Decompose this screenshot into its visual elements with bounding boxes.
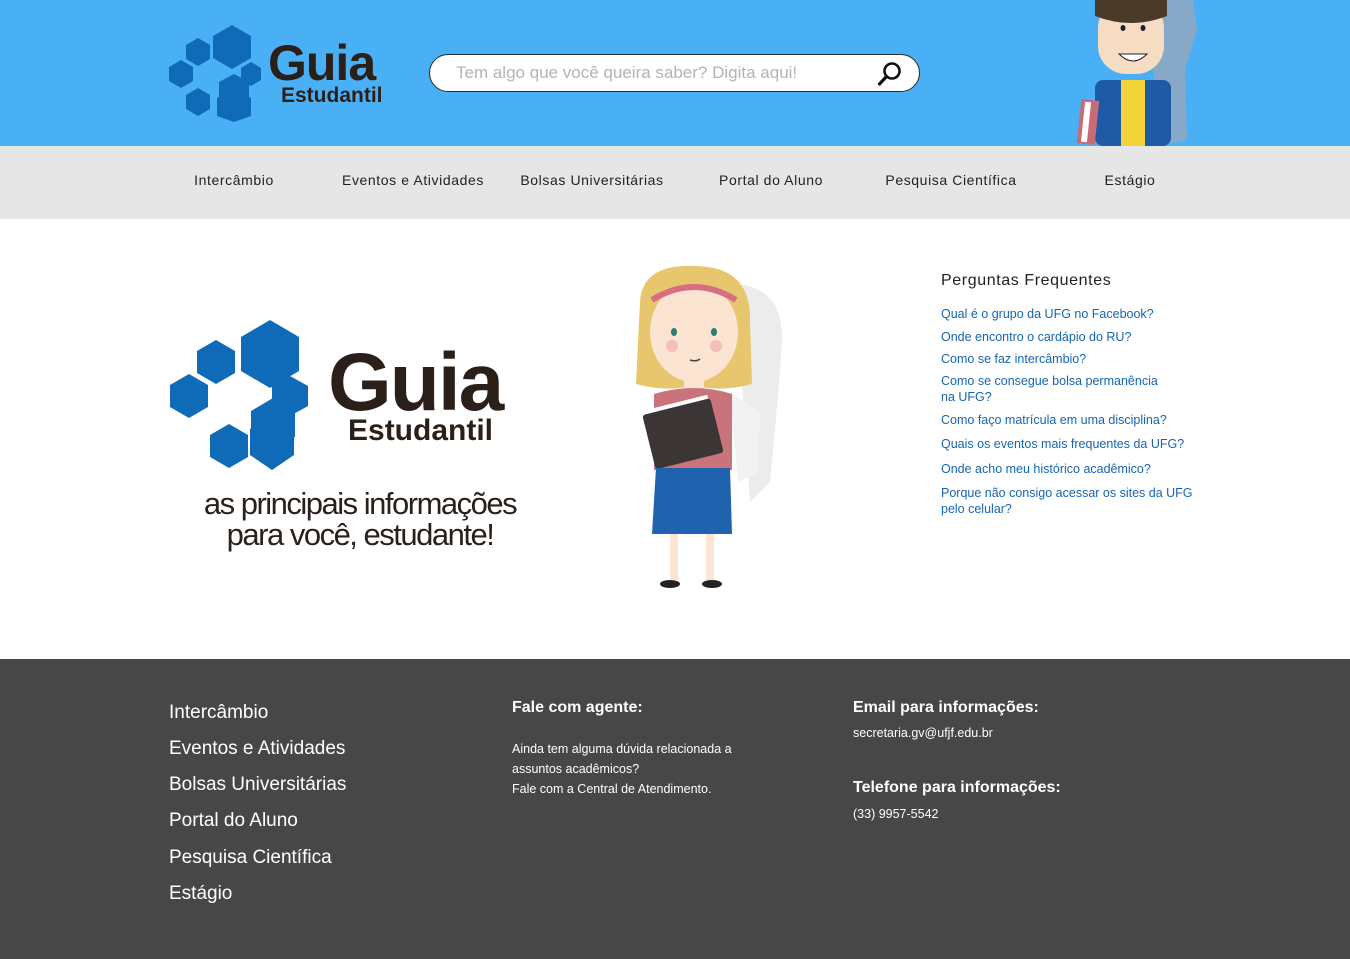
- hero-logo: Guia Estudantil: [168, 318, 528, 478]
- student-boy-illustration: [1075, 0, 1205, 146]
- footer-link-pesquisa[interactable]: Pesquisa Científica: [169, 847, 332, 869]
- nav-item-portal[interactable]: Portal do Aluno: [681, 172, 861, 188]
- nav-item-bolsas[interactable]: Bolsas Universitárias: [502, 172, 682, 188]
- search-input[interactable]: [456, 61, 856, 85]
- logo-subtitle: Estudantil: [281, 84, 383, 107]
- search-bar: [429, 54, 920, 92]
- search-icon[interactable]: [877, 61, 903, 87]
- tagline: as principais informações para você, est…: [190, 488, 530, 550]
- footer-link-portal[interactable]: Portal do Aluno: [169, 810, 298, 832]
- agent-text-line[interactable]: Fale com a Central de Atendimento.: [512, 779, 732, 799]
- footer-link-bolsas[interactable]: Bolsas Universitárias: [169, 774, 346, 796]
- site-header: Guia Estudantil: [0, 0, 1350, 146]
- nav-item-pesquisa[interactable]: Pesquisa Científica: [861, 172, 1041, 188]
- main-nav: Intercâmbio Eventos e Atividades Bolsas …: [0, 146, 1350, 219]
- agent-text: Ainda tem alguma dúvida relacionada a as…: [512, 739, 732, 799]
- faq-question[interactable]: Onde acho meu histórico acadêmico?: [941, 461, 1197, 477]
- agent-text-line: Ainda tem alguma dúvida relacionada a: [512, 742, 732, 756]
- faq-section: Perguntas Frequentes Qual é o grupo da U…: [941, 272, 1201, 516]
- student-girl-illustration: [620, 262, 800, 592]
- hexagon-logo-icon: [169, 25, 261, 122]
- faq-question[interactable]: Qual é o grupo da UFG no Facebook?: [941, 306, 1197, 322]
- agent-heading: Fale com agente:: [512, 699, 643, 716]
- email-value[interactable]: secretaria.gv@ufjf.edu.br: [853, 723, 993, 743]
- phone-heading: Telefone para informações:: [853, 779, 1061, 796]
- footer-link-intercambio[interactable]: Intercâmbio: [169, 702, 268, 724]
- hero-logo-title: Guia: [328, 337, 504, 428]
- faq-question[interactable]: Porque não consigo acessar os sites da U…: [941, 485, 1197, 517]
- site-footer: Intercâmbio Eventos e Atividades Bolsas …: [0, 659, 1350, 959]
- nav-item-eventos[interactable]: Eventos e Atividades: [323, 172, 503, 188]
- logo-title: Guia: [268, 35, 376, 91]
- faq-question[interactable]: Quais os eventos mais frequentes da UFG?: [941, 436, 1197, 452]
- faq-question[interactable]: Como faço matrícula em uma disciplina?: [941, 412, 1197, 428]
- hero-logo-subtitle: Estudantil: [348, 414, 494, 447]
- email-heading: Email para informações:: [853, 699, 1039, 716]
- faq-question[interactable]: Onde encontro o cardápio do RU?: [941, 329, 1197, 345]
- agent-text-line: assuntos acadêmicos?: [512, 762, 640, 776]
- faq-question[interactable]: Como se consegue bolsa permanência na UF…: [941, 373, 1173, 405]
- footer-link-eventos[interactable]: Eventos e Atividades: [169, 738, 345, 760]
- faq-question[interactable]: Como se faz intercâmbio?: [941, 351, 1197, 367]
- footer-link-estagio[interactable]: Estágio: [169, 883, 232, 905]
- site-logo[interactable]: Guia Estudantil: [168, 24, 398, 124]
- faq-title: Perguntas Frequentes: [941, 272, 1112, 289]
- nav-item-estagio[interactable]: Estágio: [1040, 172, 1220, 188]
- tagline-line-2: para você, estudante!: [226, 517, 495, 552]
- nav-item-intercambio[interactable]: Intercâmbio: [144, 172, 324, 188]
- phone-value[interactable]: (33) 9957-5542: [853, 804, 938, 824]
- hexagon-logo-icon: [170, 320, 308, 470]
- tagline-line-1: as principais informações: [203, 486, 518, 521]
